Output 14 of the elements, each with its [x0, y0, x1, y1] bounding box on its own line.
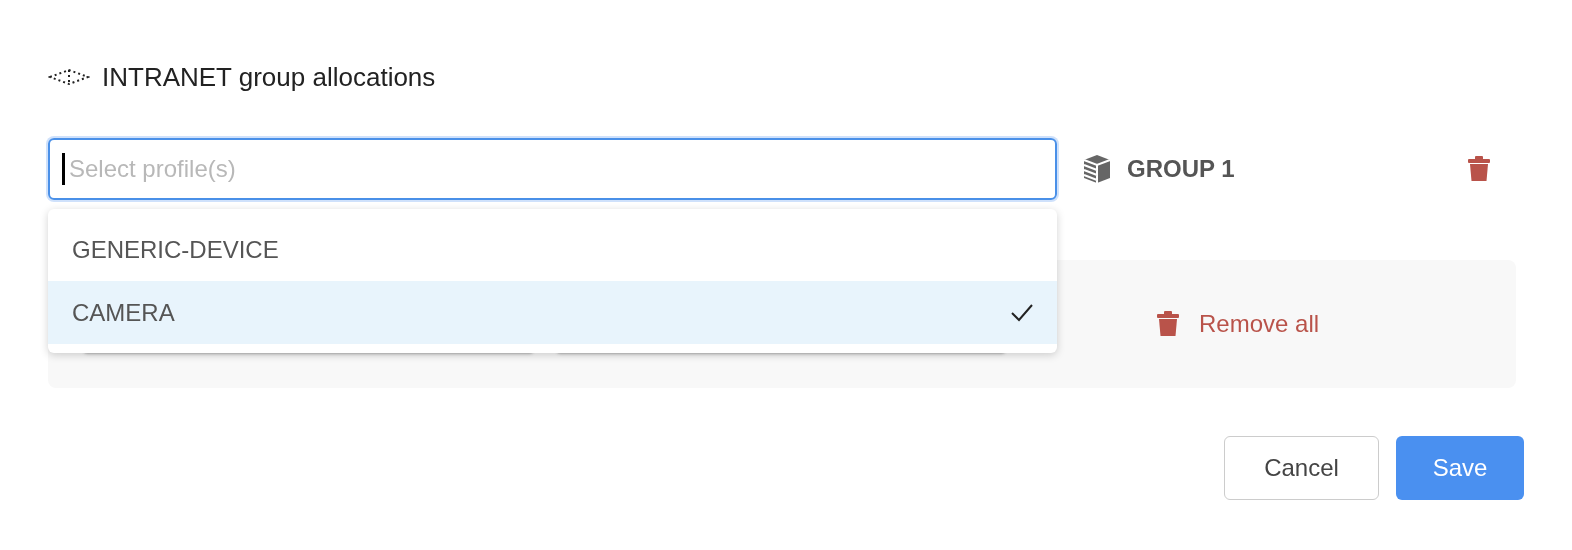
dropdown-option[interactable]: CAMERA	[48, 281, 1057, 344]
cancel-button[interactable]: Cancel	[1224, 436, 1379, 500]
group-label: GROUP 1	[1127, 154, 1235, 184]
trash-icon	[1157, 311, 1179, 337]
profile-select-field[interactable]: Select profile(s)	[48, 138, 1057, 200]
profile-input: Select profile(s)	[69, 151, 1055, 187]
check-icon	[1011, 303, 1033, 322]
remove-all-button[interactable]: Remove all	[1157, 306, 1320, 342]
delete-button[interactable]	[1468, 156, 1490, 182]
stack-icon	[1083, 154, 1111, 184]
dropdown-option[interactable]: GENERIC-DEVICE	[48, 218, 1057, 281]
dialog-title: INTRANET group allocations	[102, 60, 436, 94]
dotted-diamond-icon	[48, 68, 90, 86]
trash-icon	[1468, 156, 1490, 182]
